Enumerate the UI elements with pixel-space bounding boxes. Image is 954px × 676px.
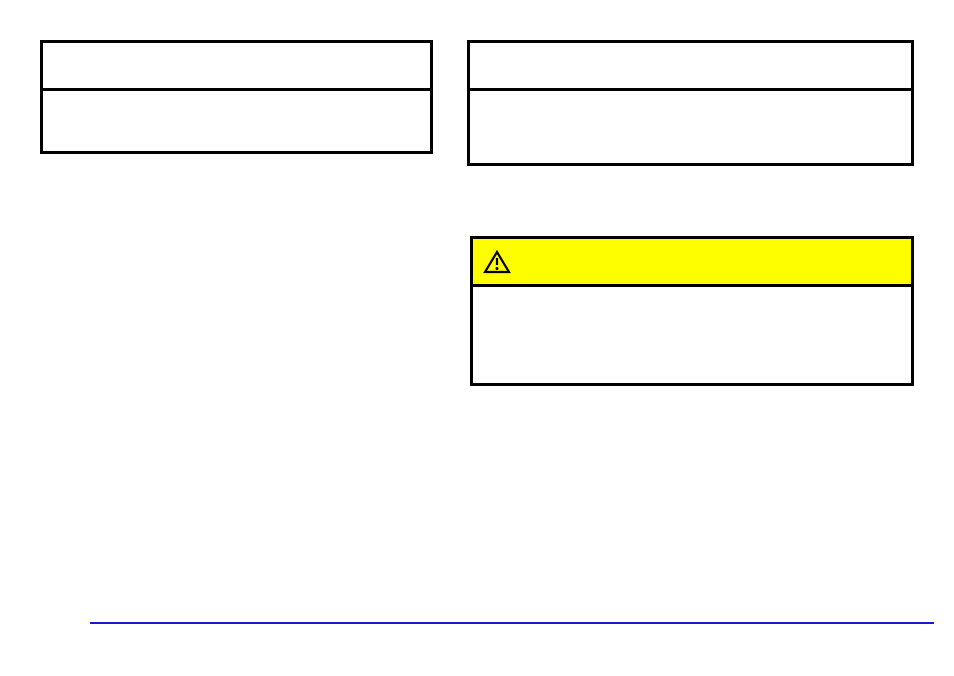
caution-box <box>470 236 914 386</box>
info-box-1-body <box>43 91 430 151</box>
info-box-1-header <box>43 43 430 91</box>
info-box-2-body <box>470 91 911 163</box>
info-box-1 <box>40 40 433 154</box>
caution-box-header <box>473 239 911 287</box>
caution-box-body <box>473 287 911 383</box>
top-row <box>0 40 954 166</box>
info-box-2-header <box>470 43 911 91</box>
caution-icon <box>483 250 511 274</box>
bottom-row <box>0 236 954 386</box>
footer-divider <box>90 622 934 624</box>
info-box-2 <box>467 40 914 166</box>
